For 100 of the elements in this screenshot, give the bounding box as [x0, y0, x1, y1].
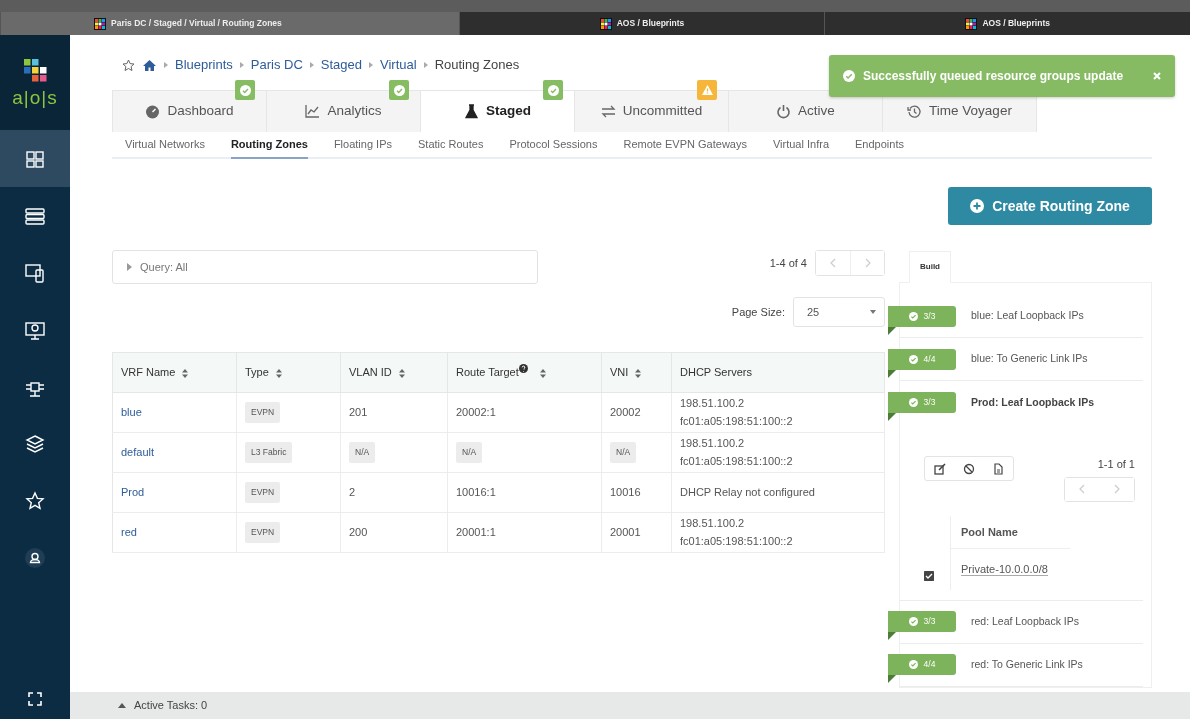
- view-tab[interactable]: Uncommitted: [574, 90, 729, 132]
- column-header[interactable]: VRF Name: [112, 352, 237, 393]
- column-header: Pool Name: [950, 515, 1070, 549]
- breadcrumb-link[interactable]: Paris DC: [250, 55, 303, 75]
- check-circle-icon: [908, 617, 918, 626]
- pagination-count: 1-4 of 4: [769, 255, 807, 271]
- table-cell: 10016: [601, 472, 672, 513]
- type-tag: N/A: [349, 442, 376, 463]
- file-icon: [992, 462, 1005, 475]
- view-tab[interactable]: Active: [728, 90, 883, 132]
- table-cell: 20001:1: [447, 512, 602, 553]
- star-icon[interactable]: [122, 58, 135, 72]
- ribbon-fold-icon: [888, 326, 896, 335]
- breadcrumb-separator-icon: [239, 62, 244, 68]
- type-tag: N/A: [456, 442, 483, 463]
- warning-icon: [701, 85, 713, 95]
- table-cell: 201: [340, 392, 448, 433]
- check-circle-icon: [908, 660, 918, 669]
- view-tab[interactable]: Dashboard: [112, 90, 267, 132]
- flask-icon: [464, 104, 479, 119]
- logo-icon: [23, 58, 47, 82]
- build-item-label[interactable]: blue: Leaf Loopback IPs: [971, 308, 1084, 324]
- monitor-icon: [25, 319, 45, 340]
- query-bar[interactable]: Query: All: [112, 250, 538, 284]
- column-header[interactable]: VNI: [601, 352, 672, 393]
- toolbar-button[interactable]: [933, 462, 946, 475]
- app-favicon-icon: [94, 17, 106, 30]
- check-circle-icon: [908, 354, 918, 364]
- dhcp-servers: 198.51.100.2 fc01:a05:198:51:100::2: [680, 396, 794, 429]
- blueprint-icon: [25, 148, 45, 169]
- caret-up-icon[interactable]: [118, 703, 126, 708]
- sub-tab[interactable]: Floating IPs: [333, 132, 392, 159]
- browser-tab[interactable]: Paris DC / Staged / Virtual / Routing Zones: [0, 12, 459, 35]
- breadcrumb-separator-icon: [309, 62, 314, 68]
- user-icon: [25, 547, 45, 568]
- build-item-label[interactable]: blue: To Generic Link IPs: [971, 351, 1088, 367]
- build-tab[interactable]: Build: [909, 251, 951, 283]
- ribbon-fold-icon: [888, 675, 896, 683]
- breadcrumb-separator-icon: [164, 62, 168, 68]
- history-icon: [907, 104, 923, 119]
- sub-tab[interactable]: Remote EVPN Gateways: [623, 132, 747, 159]
- table-cell: DHCP Relay not configured: [671, 472, 885, 513]
- toolbar-button[interactable]: [963, 462, 975, 475]
- caret-down-icon: [870, 310, 876, 314]
- build-item-label[interactable]: red: To Generic Link IPs: [971, 656, 1083, 673]
- breadcrumb-link[interactable]: Virtual: [380, 55, 417, 75]
- sub-tab[interactable]: Virtual Infra: [772, 132, 829, 159]
- check-circle-icon: [908, 398, 918, 407]
- edit-icon: [933, 462, 946, 475]
- vrf-name-link[interactable]: red: [121, 526, 137, 539]
- vrf-name-link[interactable]: Prod: [121, 486, 145, 499]
- table-cell: 2: [340, 472, 448, 513]
- sub-tab[interactable]: Routing Zones: [230, 132, 308, 159]
- chevron-left-icon: [830, 258, 836, 268]
- breadcrumb-separator-icon: [369, 62, 374, 68]
- star-icon: [25, 490, 45, 511]
- check-circle-icon: [843, 70, 855, 82]
- chevron-left-icon: [1079, 484, 1086, 494]
- sub-tab[interactable]: Endpoints: [855, 132, 904, 159]
- vrf-name-link[interactable]: default: [121, 446, 155, 459]
- column-header: DHCP Servers: [671, 352, 885, 393]
- breadcrumb-link[interactable]: Blueprints: [175, 55, 233, 75]
- column-header[interactable]: Route Target: [447, 352, 602, 393]
- create-routing-zone-button[interactable]: Create Routing Zone: [948, 187, 1152, 225]
- plus-circle-icon: [970, 199, 985, 213]
- breadcrumb-link[interactable]: Staged: [320, 55, 363, 75]
- server-rack-icon: [25, 205, 45, 226]
- type-tag: N/A: [610, 442, 637, 463]
- type-tag: EVPN: [245, 522, 281, 543]
- build-item-label[interactable]: red: Leaf Loopback IPs: [971, 613, 1079, 630]
- home-icon[interactable]: [142, 58, 157, 72]
- notification-message: Successfully queued resource groups update: [863, 68, 1124, 85]
- active-tasks-label[interactable]: Active Tasks: 0: [134, 697, 208, 714]
- sub-tab[interactable]: Protocol Sessions: [509, 132, 598, 159]
- page-size-label: Page Size:: [731, 304, 785, 320]
- gauge-icon: [145, 104, 161, 119]
- page-size-select[interactable]: 25: [793, 297, 885, 327]
- browser-tab[interactable]: AOS / Blueprints: [458, 12, 825, 35]
- sidebar-item[interactable]: [0, 130, 70, 187]
- breadcrumb-separator-icon: [423, 62, 428, 68]
- chevron-right-icon: [1113, 484, 1120, 494]
- exchange-icon: [600, 104, 616, 119]
- table-cell: 20002: [601, 392, 672, 433]
- view-tab[interactable]: Analytics: [266, 90, 421, 132]
- chevron-right-icon: [864, 258, 871, 268]
- sub-tab[interactable]: Static Routes: [418, 132, 484, 159]
- fullscreen-icon: [28, 692, 42, 706]
- checkbox[interactable]: [924, 571, 934, 582]
- vrf-name-link[interactable]: blue: [121, 406, 142, 419]
- column-header[interactable]: VLAN ID: [340, 352, 448, 393]
- ribbon-fold-icon: [888, 632, 896, 640]
- column-header[interactable]: Type: [236, 352, 341, 393]
- table-cell: 200: [340, 512, 448, 553]
- build-item-label[interactable]: Prod: Leaf Loopback IPs: [971, 394, 1095, 411]
- sub-tab[interactable]: Virtual Networks: [125, 132, 205, 159]
- logo-wordmark: a|o|s: [12, 87, 58, 107]
- pool-name-link[interactable]: Private-10.0.0.0/8: [961, 563, 1048, 576]
- block-icon: [963, 462, 975, 475]
- browser-tab[interactable]: AOS / Blueprints: [824, 12, 1190, 35]
- toolbar-button[interactable]: [992, 462, 1005, 475]
